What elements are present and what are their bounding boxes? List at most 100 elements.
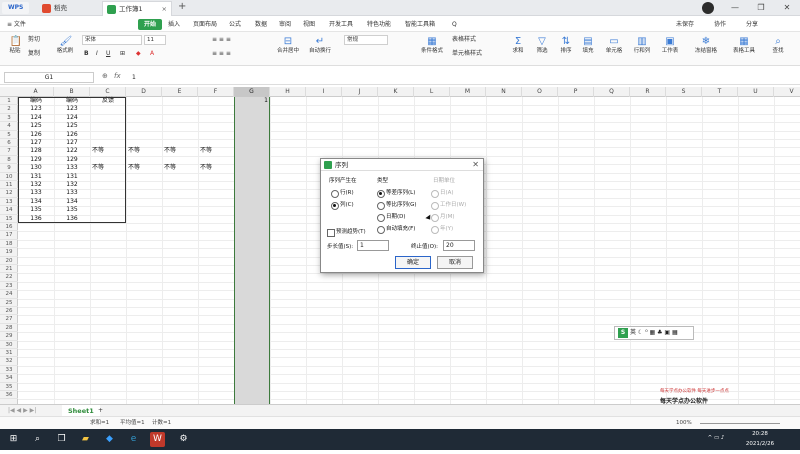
column-header-s[interactable]: S xyxy=(666,87,702,97)
underline-button[interactable]: U xyxy=(106,49,110,59)
row-col-button[interactable]: ▥ 行和列 xyxy=(630,36,654,55)
menu-smart-tools[interactable]: 智能工具箱 xyxy=(402,19,438,30)
column-header-a[interactable]: A xyxy=(18,87,54,97)
edge-icon[interactable]: e xyxy=(126,432,141,447)
row-header-17[interactable]: 17 xyxy=(0,231,18,240)
cond-format-button[interactable]: ▦ 条件格式 xyxy=(418,36,446,55)
row-header-20[interactable]: 20 xyxy=(0,257,18,265)
wps-taskbar-icon[interactable]: W xyxy=(150,432,165,447)
radio-autofill[interactable]: 自动填充(F) xyxy=(377,225,415,234)
search-taskbar-icon[interactable]: ⌕ xyxy=(30,432,45,447)
cancel-button[interactable]: 取消 xyxy=(437,256,473,269)
cell-f9[interactable]: 不等 xyxy=(198,164,234,172)
task-view-icon[interactable]: ❒ xyxy=(54,432,69,447)
radio-weekday[interactable]: 工作日(W) xyxy=(431,201,466,210)
row-header-29[interactable]: 29 xyxy=(0,332,18,341)
fill-button[interactable]: ▤ 填充 xyxy=(578,36,598,55)
column-header-f[interactable]: F xyxy=(198,87,234,97)
row-header-21[interactable]: 21 xyxy=(0,265,18,274)
tab-docer[interactable]: 稻壳 xyxy=(38,1,100,16)
border-icon[interactable]: ⊞ xyxy=(120,49,125,59)
row-header-31[interactable]: 31 xyxy=(0,349,18,358)
column-header-v[interactable]: V xyxy=(774,87,800,97)
cell-e7[interactable]: 不等 xyxy=(162,147,198,155)
clock[interactable]: 20:28 2021/2/26 xyxy=(740,429,780,450)
merge-button[interactable]: ⊟ 合并居中 xyxy=(274,36,302,55)
paste-button[interactable]: 📋 粘贴 xyxy=(6,36,24,55)
row-header-36[interactable]: 36 xyxy=(0,391,18,400)
row-header-3[interactable]: 3 xyxy=(0,114,18,123)
row-header-19[interactable]: 19 xyxy=(0,248,18,257)
file-explorer-icon[interactable]: ▰ xyxy=(78,432,93,447)
avatar[interactable] xyxy=(702,2,714,14)
column-header-l[interactable]: L xyxy=(414,87,450,97)
radio-linear[interactable]: 等差序列(L) xyxy=(377,189,415,198)
row-header-26[interactable]: 26 xyxy=(0,307,18,316)
column-header-g[interactable]: G xyxy=(234,87,270,97)
format-painter-button[interactable]: 🖌 格式刷 xyxy=(54,36,76,55)
menu-insert[interactable]: 插入 xyxy=(165,19,183,30)
copy-button[interactable]: 复制 xyxy=(28,49,40,59)
row-header-4[interactable]: 4 xyxy=(0,122,18,131)
row-header-15[interactable]: 15 xyxy=(0,215,18,223)
radio-growth[interactable]: 等比序列(G) xyxy=(377,201,417,210)
menu-developer[interactable]: 开发工具 xyxy=(326,19,356,30)
fx-icon[interactable]: fx xyxy=(114,72,121,80)
zoom-slider[interactable] xyxy=(700,423,780,424)
column-header-i[interactable]: I xyxy=(306,87,342,97)
row-header-34[interactable]: 34 xyxy=(0,374,18,383)
radio-date[interactable]: 日期(D) xyxy=(377,213,406,222)
minimize-button[interactable]: — xyxy=(722,0,748,16)
column-header-e[interactable]: E xyxy=(162,87,198,97)
row-header-30[interactable]: 30 xyxy=(0,341,18,349)
align-left-icon[interactable]: ≡ ≡ ≡ xyxy=(212,49,231,59)
cell-d9[interactable]: 不等 xyxy=(126,164,162,172)
font-select[interactable]: 宋体 xyxy=(82,35,142,45)
row-header-8[interactable]: 8 xyxy=(0,156,18,165)
column-header-c[interactable]: C xyxy=(90,87,126,97)
cut-button[interactable]: 剪切 xyxy=(28,35,40,45)
row-header-33[interactable]: 33 xyxy=(0,366,18,375)
align-top-icon[interactable]: ≡ ≡ ≡ xyxy=(212,35,231,45)
row-header-6[interactable]: 6 xyxy=(0,139,18,148)
close-tab-icon[interactable]: × xyxy=(162,2,167,17)
sort-button[interactable]: ⇅ 排序 xyxy=(556,36,576,55)
row-header-10[interactable]: 10 xyxy=(0,173,18,181)
row-header-5[interactable]: 5 xyxy=(0,131,18,139)
stop-input[interactable]: 20 xyxy=(443,240,475,251)
share-button[interactable]: 分享 xyxy=(746,19,758,30)
windows-start-icon[interactable]: ⊞ xyxy=(6,432,21,447)
add-sheet-button[interactable]: + xyxy=(98,406,103,416)
sheet-button[interactable]: ▣ 工作表 xyxy=(658,36,682,55)
row-header-27[interactable]: 27 xyxy=(0,315,18,324)
row-header-23[interactable]: 23 xyxy=(0,282,18,291)
menu-home[interactable]: 开始 xyxy=(138,19,163,30)
table-tools-button[interactable]: ▦ 表格工具 xyxy=(730,36,758,55)
tab-workbook[interactable]: 工作簿1 × xyxy=(102,1,172,16)
ok-button[interactable]: 确定 xyxy=(395,256,431,269)
row-header-16[interactable]: 16 xyxy=(0,223,18,232)
radio-month[interactable]: 月(M) xyxy=(431,213,455,222)
search-icon[interactable]: Q xyxy=(452,19,457,30)
column-header-m[interactable]: M xyxy=(450,87,486,97)
collab-button[interactable]: 协作 xyxy=(714,19,726,30)
cell-d7[interactable]: 不等 xyxy=(126,147,162,155)
italic-button[interactable]: I xyxy=(96,49,98,59)
row-header-28[interactable]: 28 xyxy=(0,324,18,333)
row-header-14[interactable]: 14 xyxy=(0,206,18,215)
sum-button[interactable]: Σ 求和 xyxy=(508,36,528,55)
column-header-d[interactable]: D xyxy=(126,87,162,97)
column-header-p[interactable]: P xyxy=(558,87,594,97)
selected-column-g[interactable] xyxy=(234,97,270,404)
menu-page-layout[interactable]: 页面布局 xyxy=(190,19,220,30)
ime-toolbar[interactable]: S英 ☾ ⁰ ▦ ♣ ▣ ▦ xyxy=(614,326,694,340)
tray-icons[interactable]: ^ ▭ ♪ xyxy=(706,433,726,454)
table-style-button[interactable]: 表格样式 xyxy=(452,35,476,45)
column-header-k[interactable]: K xyxy=(378,87,414,97)
store-icon[interactable]: ◆ xyxy=(102,432,117,447)
font-color-icon[interactable]: A xyxy=(150,49,154,59)
menu-formulas[interactable]: 公式 xyxy=(226,19,244,30)
wps-home-tab[interactable]: WPS xyxy=(2,2,30,14)
fill-color-icon[interactable]: ◆ xyxy=(136,49,141,59)
row-header-7[interactable]: 7 xyxy=(0,147,18,156)
